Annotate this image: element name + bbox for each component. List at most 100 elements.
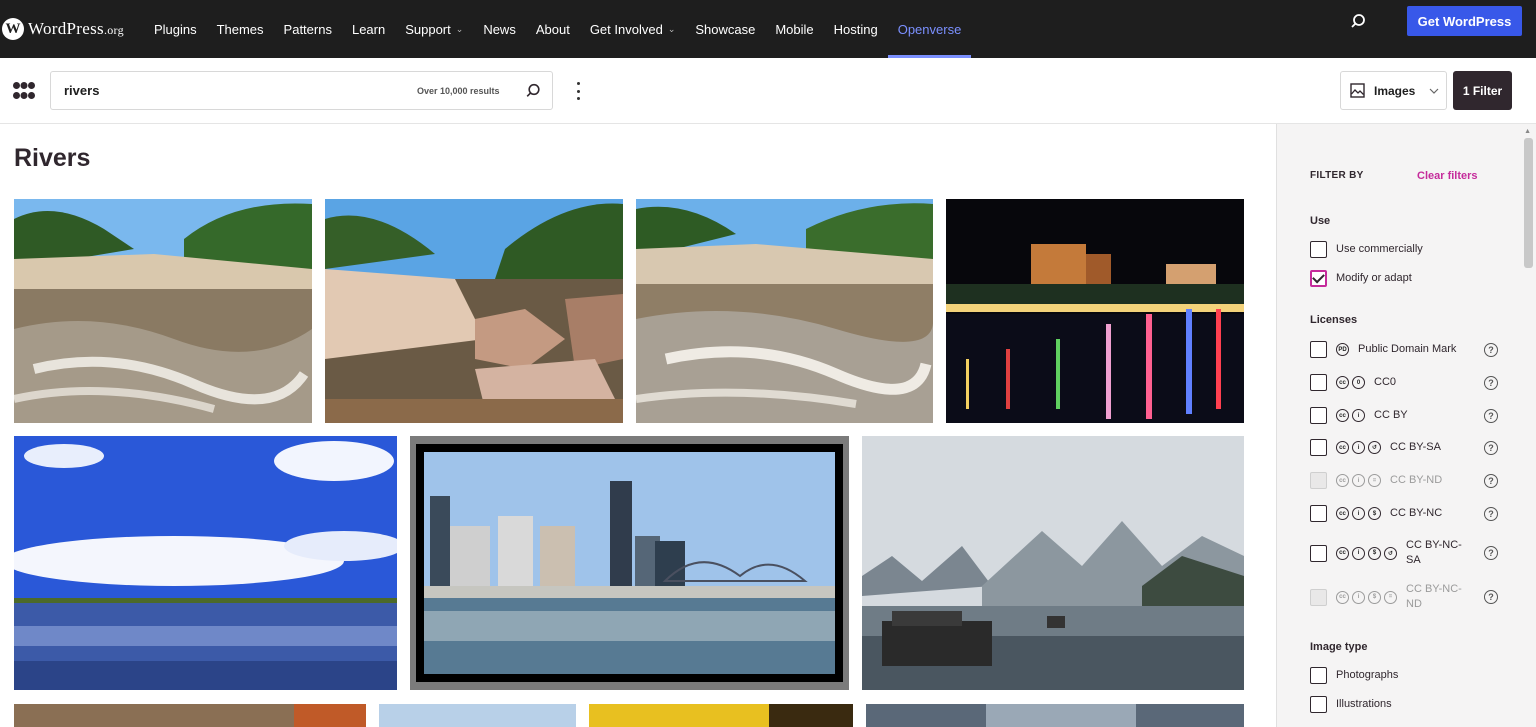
checkbox[interactable] [1310,544,1327,562]
checkbox[interactable] [1310,439,1327,456]
filter-toggle-button[interactable]: 1 Filter [1453,71,1512,110]
image-result[interactable] [636,199,933,423]
nav-item-patterns[interactable]: Patterns [274,0,342,58]
nav-item-label: Themes [216,21,264,37]
checkbox-label: Modify or adapt [1336,272,1412,284]
image-result[interactable] [379,704,576,727]
search-input[interactable] [64,83,394,98]
license-cc-icon: cc [1336,474,1349,487]
nav-item-get-involved[interactable]: Get Involved ⌄ [580,0,686,58]
license-option-cc-by[interactable]: cc i CC BY? [1310,407,1498,424]
image-result[interactable] [14,704,366,727]
checkbox-label: CC BY-NC-SA [1406,539,1462,566]
wp-nav-items: Plugins Themes Patterns Learn Support ⌄ News Ab… [144,0,971,58]
checkbox-label: CC BY-NC [1390,507,1443,519]
help-icon[interactable]: ? [1484,590,1498,604]
license-by-icon: i [1352,409,1365,422]
nav-item-label: Openverse [897,21,962,37]
checkbox-label: Illustrations [1336,698,1392,710]
checkbox[interactable] [1310,407,1327,424]
image-result[interactable] [410,436,849,690]
checkbox[interactable] [1310,241,1327,258]
more-options-icon[interactable] [570,82,586,100]
license-by-icon: i [1352,546,1365,560]
help-icon[interactable]: ? [1484,506,1498,521]
image-type-option-illustrations[interactable]: Illustrations [1310,696,1495,713]
nav-item-themes[interactable]: Themes [207,0,274,58]
nav-item-support[interactable]: Support ⌄ [395,0,473,58]
checkbox[interactable] [1310,505,1327,522]
checkbox[interactable] [1310,667,1327,684]
help-icon[interactable]: ? [1484,440,1498,455]
help-icon[interactable]: ? [1484,546,1498,560]
use-option-modify-or-adapt[interactable]: Modify or adapt [1310,270,1495,287]
wordpress-logo[interactable]: W WordPress.org [0,0,124,58]
license-option-cc-by-nc-sa[interactable]: cc i $ ↺ CC BY-NC-SA? [1310,538,1498,568]
image-icon [1350,83,1365,98]
image-result[interactable] [589,704,853,727]
checkbox[interactable] [1310,270,1327,287]
scroll-up-arrow-icon[interactable]: ▲ [1524,128,1531,135]
help-icon[interactable]: ? [1484,473,1498,488]
license-icons: PD [1336,343,1349,356]
license-by-icon: i [1352,590,1365,604]
nav-item-mobile[interactable]: Mobile [765,0,823,58]
search-icon[interactable] [1349,12,1369,32]
image-result[interactable] [946,199,1244,423]
checkbox [1310,472,1327,489]
license-by-icon: i [1352,507,1365,520]
help-icon[interactable]: ? [1484,342,1498,357]
nav-item-openverse[interactable]: Openverse [887,0,972,58]
nav-item-about[interactable]: About [526,0,580,58]
image-result[interactable] [14,436,397,690]
checkbox-label: Public Domain Mark [1358,343,1457,355]
nav-item-label: About [535,21,570,37]
help-icon[interactable]: ? [1484,408,1498,423]
nav-item-hosting[interactable]: Hosting [824,0,888,58]
license-option-cc-by-sa[interactable]: cc i ↺ CC BY-SA? [1310,439,1498,456]
image-result[interactable] [325,199,623,423]
license-nc-icon: $ [1368,546,1381,560]
clear-filters-button[interactable]: Clear filters [1417,170,1478,182]
license-option-cc-by-nd: cc i = CC BY-ND? [1310,472,1498,489]
nav-item-learn[interactable]: Learn [342,0,395,58]
license-icons: cc i $ [1336,507,1381,520]
use-option-use-commercially[interactable]: Use commercially [1310,241,1495,258]
checkbox-label: CC BY-SA [1390,441,1441,453]
license-option-cc-by-nc[interactable]: cc i $ CC BY-NC? [1310,505,1498,522]
filter-by-heading: FILTER BY [1310,170,1364,181]
checkbox-label: CC0 [1374,376,1397,388]
openverse-logo-icon[interactable] [13,81,35,101]
sidebar-scrollbar[interactable] [1524,138,1533,268]
get-wordpress-button[interactable]: Get WordPress [1407,6,1522,36]
image-type-option-photographs[interactable]: Photographs [1310,667,1495,684]
license-nd-icon: = [1384,590,1397,604]
nav-item-label: Get Involved [589,21,663,37]
chevron-down-icon: ⌄ [455,23,464,34]
image-result[interactable] [862,436,1244,690]
nav-item-label: Patterns [283,21,332,37]
content-type-select[interactable]: Images [1340,71,1447,110]
license-sa-icon: ↺ [1368,441,1381,454]
license-cc-icon: cc [1336,409,1349,422]
checkbox-label: CC BY-NC-ND [1406,583,1462,610]
checkbox[interactable] [1310,696,1327,713]
licenses-group-title: Licenses [1310,314,1358,326]
page-title: Rivers [14,144,91,172]
help-icon[interactable]: ? [1484,375,1498,390]
license-option-cc-by-nc-nd: cc i $ = CC BY-NC-ND? [1310,582,1498,612]
license-option-public-domain-mark[interactable]: PD Public Domain Mark? [1310,341,1498,358]
checkbox[interactable] [1310,374,1327,391]
nav-item-showcase[interactable]: Showcase [685,0,765,58]
license-option-cc0[interactable]: cc 0 CC0? [1310,374,1498,391]
filters-sidebar: ▲ FILTER BY Clear filters Use Licenses I… [1276,124,1536,727]
checkbox-label: Use commercially [1336,243,1423,255]
checkbox [1310,588,1327,606]
image-result[interactable] [14,199,312,423]
search-submit-icon[interactable] [524,82,542,100]
checkbox[interactable] [1310,341,1327,358]
nav-item-news[interactable]: News [473,0,526,58]
image-result[interactable] [866,704,1244,727]
license-pd-icon: PD [1336,343,1349,356]
nav-item-plugins[interactable]: Plugins [144,0,207,58]
